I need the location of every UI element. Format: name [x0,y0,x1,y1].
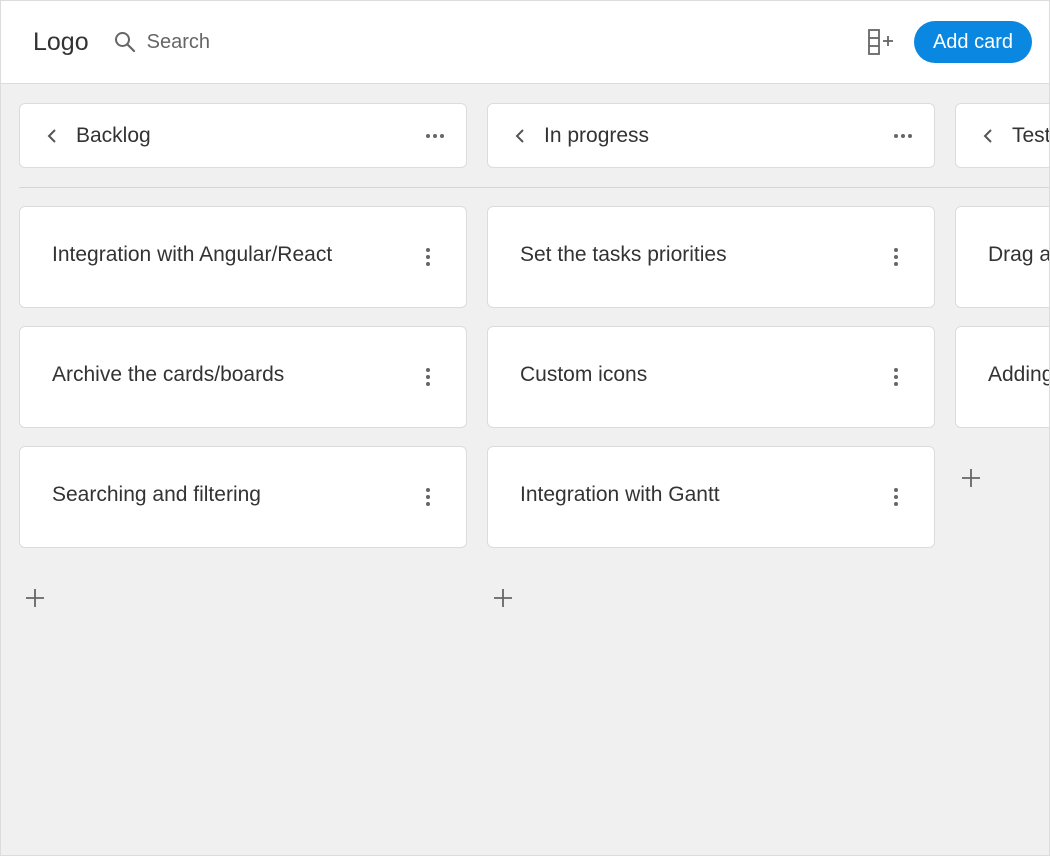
card[interactable]: Searching and filtering [19,446,467,548]
column-title: In progress [544,123,650,147]
card-title: Searching and filtering [52,483,261,506]
card-title: Integration with Gantt [520,483,720,506]
chevron-left-icon[interactable] [982,128,994,144]
column-backlog: Backlog Integration with Angular/React A… [19,103,467,610]
column-title: Backlog [76,123,151,147]
kanban-app: Logo Search Add card Backlog Integration… [0,0,1050,856]
card[interactable]: Set the tasks priorities [487,206,935,308]
toolbar: Logo Search Add card [1,1,1049,84]
card-menu-icon[interactable] [888,484,904,510]
column-in-progress: In progress Set the tasks priorities Cus… [487,103,935,610]
logo: Logo [33,27,89,56]
card-list: Drag and drop Adding images [955,206,1050,428]
card-menu-icon[interactable] [888,244,904,270]
card-title: Archive the cards/boards [52,363,285,386]
chevron-left-icon[interactable] [46,128,58,144]
card-title: Custom icons [520,363,648,386]
card[interactable]: Custom icons [487,326,935,428]
card[interactable]: Integration with Gantt [487,446,935,548]
add-card-button[interactable]: Add card [913,21,1032,63]
card[interactable]: Adding images [955,326,1050,428]
card[interactable]: Archive the cards/boards [19,326,467,428]
card-menu-icon[interactable] [420,364,436,390]
card[interactable]: Drag and drop [955,206,1050,308]
card-title: Adding images [988,363,1050,386]
search-box[interactable]: Search [113,30,210,54]
card-title: Drag and drop [988,243,1050,266]
add-column-button[interactable] [866,27,896,57]
column-title: Testing [1012,123,1050,147]
column-menu-icon[interactable] [422,130,448,142]
add-card-plus-icon[interactable] [959,466,983,490]
card-list: Set the tasks priorities Custom icons In… [487,206,935,548]
search-icon [114,32,135,53]
column-header: Testing [955,103,1050,168]
card-title: Set the tasks priorities [520,243,727,266]
column-header: In progress [487,103,935,168]
card-menu-icon[interactable] [888,364,904,390]
add-card-plus-icon[interactable] [23,586,47,610]
chevron-left-icon[interactable] [514,128,526,144]
card[interactable]: Integration with Angular/React [19,206,467,308]
card-list: Integration with Angular/React Archive t… [19,206,467,548]
column-testing: Testing Drag and drop Adding images [955,103,1050,610]
add-card-plus-icon[interactable] [491,586,515,610]
column-header: Backlog [19,103,467,168]
search-input[interactable]: Search [147,31,210,54]
add-column-icon [868,29,893,55]
column-menu-icon[interactable] [890,130,916,142]
card-title: Integration with Angular/React [52,243,333,266]
card-menu-icon[interactable] [420,484,436,510]
board: Backlog Integration with Angular/React A… [19,103,1050,610]
card-menu-icon[interactable] [420,244,436,270]
